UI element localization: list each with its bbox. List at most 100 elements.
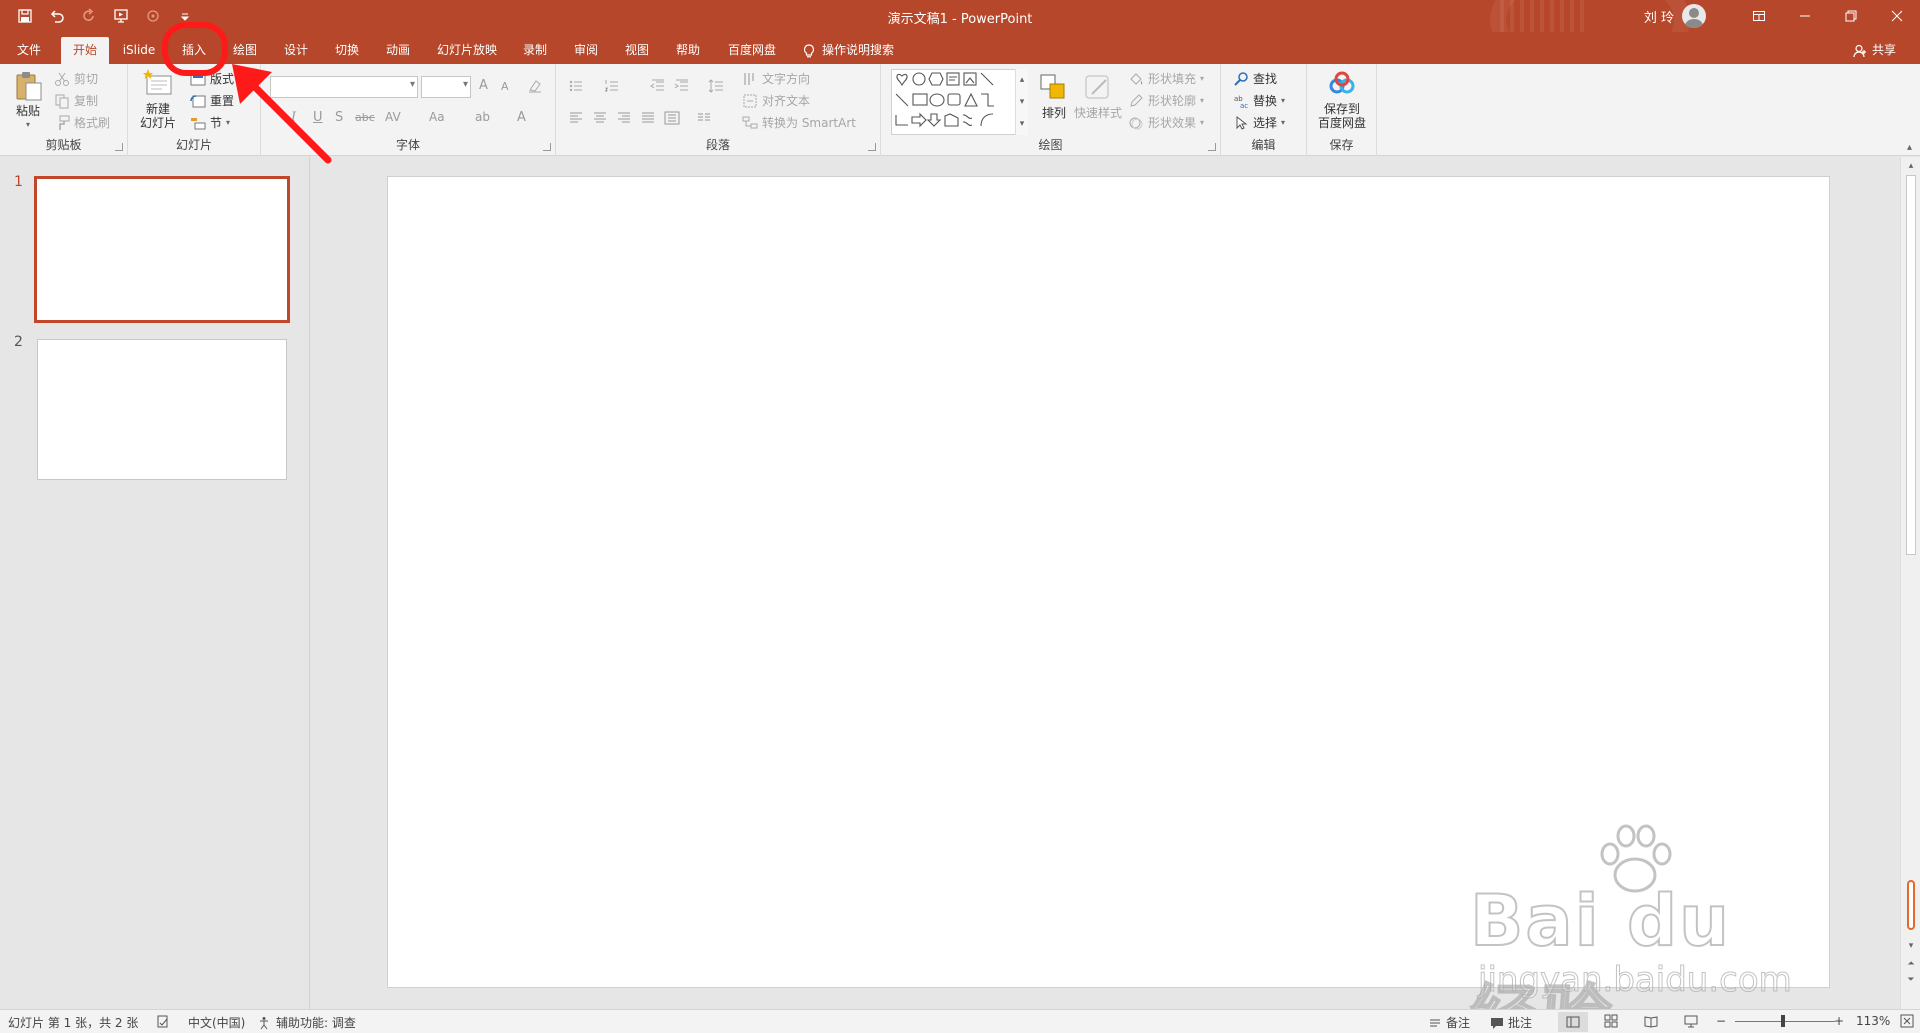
zoom-level[interactable]: 113% (1856, 1014, 1890, 1028)
character-spacing-button[interactable]: AV (385, 110, 401, 124)
paste-button[interactable]: 粘贴 ▾ (10, 70, 46, 132)
shape-outline-button[interactable]: 形状轮廓 ▾ (1128, 92, 1204, 109)
zoom-slider-knob[interactable] (1781, 1015, 1785, 1027)
pen-icon (1130, 93, 1143, 107)
align-text-button[interactable]: 对齐文本 (742, 92, 810, 109)
slide-sorter-button[interactable] (1604, 1014, 1618, 1028)
scroll-down-icon[interactable]: ▾ (1904, 939, 1918, 953)
restore-icon[interactable] (1828, 0, 1874, 32)
scroll-thumb[interactable] (1906, 175, 1916, 555)
text-direction-button[interactable]: 文字方向 (742, 70, 810, 87)
shape-outline-label: 形状轮廓 (1148, 94, 1197, 108)
comment-icon (1491, 1017, 1503, 1029)
tab-islide[interactable]: iSlide (118, 37, 160, 64)
paint-bucket-icon (1130, 72, 1143, 85)
tab-view[interactable]: 视图 (620, 37, 654, 64)
format-painter-button[interactable]: 格式刷 (54, 114, 110, 131)
tab-record[interactable]: 录制 (518, 37, 552, 64)
decrease-indent-icon[interactable] (650, 78, 666, 94)
reading-view-icon (1644, 1016, 1658, 1028)
arrange-button[interactable]: 排列 (1036, 72, 1072, 120)
shrink-font-button[interactable]: A (501, 80, 509, 93)
slideshow-button[interactable] (1684, 1014, 1698, 1028)
tab-home[interactable]: 开始 (61, 37, 109, 64)
shapes-gallery-scroll[interactable]: ▴ ▾ ▾ (1015, 69, 1028, 135)
grow-font-button[interactable]: A (479, 78, 488, 93)
shape-effects-button[interactable]: 形状效果 ▾ (1128, 114, 1204, 131)
copy-icon (55, 94, 69, 108)
language-indicator[interactable]: 中文(中国) (188, 1014, 245, 1031)
change-case-button[interactable]: Aa (429, 110, 445, 124)
shape-fill-button[interactable]: 形状填充 ▾ (1128, 70, 1204, 87)
font-launcher-icon[interactable] (543, 143, 551, 151)
drawing-launcher-icon[interactable] (1208, 143, 1216, 151)
previous-slide-icon[interactable]: ⏶ (1904, 957, 1918, 971)
next-slide-icon[interactable]: ⏷ (1904, 973, 1918, 987)
quick-styles-button[interactable]: 快速样式 (1072, 72, 1124, 120)
align-right-icon[interactable] (616, 110, 632, 126)
tab-animations[interactable]: 动画 (381, 37, 415, 64)
font-color-button[interactable]: A (517, 110, 526, 125)
normal-view-button[interactable] (1558, 1012, 1588, 1032)
copy-button[interactable]: 复制 (54, 92, 98, 109)
new-slide-label-2: 幻灯片 (139, 116, 176, 130)
highlight-button[interactable]: ab (475, 110, 490, 124)
align-center-icon[interactable] (592, 110, 608, 126)
slide-number-1: 1 (14, 174, 23, 190)
spelling-check-icon[interactable] (156, 1014, 170, 1028)
avatar[interactable] (1682, 4, 1706, 28)
tab-file[interactable]: 文件 (12, 37, 46, 64)
select-button[interactable]: 选择 ▾ (1233, 114, 1285, 131)
font-size-combo[interactable] (421, 76, 471, 98)
cut-button[interactable]: 剪切 (54, 70, 98, 87)
accessibility-status[interactable]: 辅助功能: 调查 (258, 1014, 356, 1031)
find-button[interactable]: 查找 (1233, 70, 1277, 87)
fit-to-window-button[interactable] (1900, 1014, 1914, 1028)
numbering-icon[interactable] (604, 78, 620, 94)
share-button[interactable]: 共享 (1853, 37, 1896, 64)
notes-button[interactable]: 备注 (1428, 1014, 1470, 1031)
paragraph-launcher-icon[interactable] (868, 143, 876, 151)
replace-button[interactable]: ab ac 替换 ▾ (1233, 92, 1285, 109)
collapse-ribbon-icon[interactable]: ▴ (1907, 142, 1912, 153)
clipboard-launcher-icon[interactable] (115, 143, 123, 151)
new-slide-button[interactable]: 新建 幻灯片 (136, 68, 180, 130)
slide-sorter-icon (1604, 1014, 1618, 1028)
line-spacing-icon[interactable] (708, 78, 724, 94)
cursor-arrow-icon (1236, 115, 1248, 130)
scroll-up-icon[interactable]: ▴ (1904, 159, 1918, 173)
shapes-gallery[interactable] (891, 69, 1027, 135)
zoom-in-button[interactable]: + (1834, 1014, 1844, 1028)
zoom-slider-track[interactable] (1735, 1021, 1835, 1022)
user-name[interactable]: 刘 玲 (1644, 7, 1674, 26)
minimize-icon[interactable] (1782, 0, 1828, 32)
group-clipboard: 粘贴 ▾ 剪切 复制 格式刷 剪贴板 (0, 64, 128, 156)
tab-baidu-netdisk[interactable]: 百度网盘 (722, 37, 782, 64)
justify-icon[interactable] (640, 110, 656, 126)
zoom-out-button[interactable]: − (1716, 1014, 1726, 1028)
tell-me-search[interactable]: 操作说明搜索 (802, 37, 894, 64)
slide-thumbnail-2[interactable] (37, 339, 287, 480)
clear-formatting-icon[interactable] (527, 78, 543, 94)
comments-button[interactable]: 批注 (1490, 1014, 1532, 1031)
align-left-icon[interactable] (568, 110, 584, 126)
slide-number-2: 2 (14, 334, 23, 350)
vertical-scrollbar[interactable]: ▴ ▾ ⏶ ⏷ (1900, 157, 1920, 1009)
accessibility-label: 辅助功能: 调查 (276, 1016, 356, 1030)
bullets-icon[interactable] (568, 78, 584, 94)
tab-slideshow[interactable]: 幻灯片放映 (432, 37, 502, 64)
distributed-icon[interactable] (664, 110, 680, 126)
save-to-baidu-netdisk-button[interactable]: 保存到 百度网盘 (1311, 68, 1373, 130)
close-icon[interactable] (1874, 0, 1920, 32)
columns-icon[interactable] (696, 110, 712, 126)
convert-smartart-button[interactable]: 转换为 SmartArt (742, 114, 856, 131)
increase-indent-icon[interactable] (674, 78, 690, 94)
strikethrough-button[interactable]: abc (355, 111, 375, 124)
section-button[interactable]: 节 ▾ (190, 114, 230, 131)
ribbon-display-options-icon[interactable] (1736, 0, 1782, 32)
tab-review[interactable]: 审阅 (569, 37, 603, 64)
reading-view-button[interactable] (1644, 1014, 1658, 1028)
slide-thumbnail-1[interactable] (34, 176, 290, 323)
tab-help[interactable]: 帮助 (671, 37, 705, 64)
arrange-label: 排列 (1041, 106, 1066, 120)
